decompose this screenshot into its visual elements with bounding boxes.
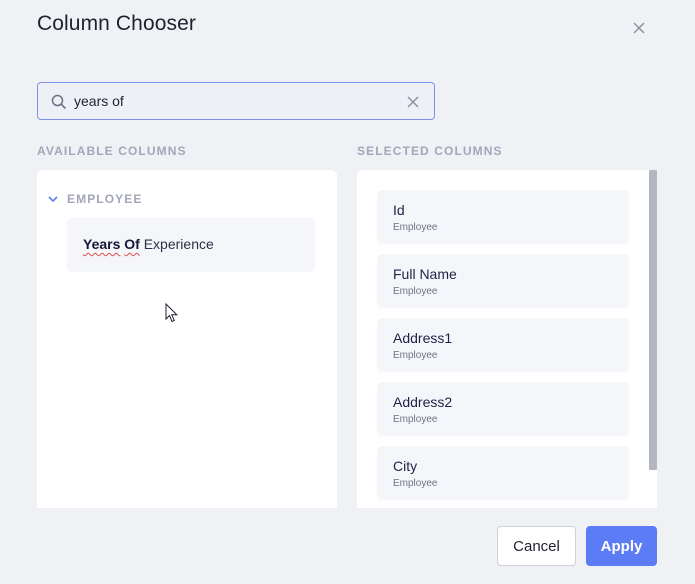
selected-column-name: City	[393, 458, 418, 474]
selected-column-item[interactable]: Full Name Employee	[377, 254, 629, 308]
selected-column-group: Employee	[393, 350, 438, 361]
selected-column-name: Id	[393, 202, 405, 218]
clear-icon[interactable]	[406, 95, 420, 109]
search-match-highlight: Years	[83, 236, 121, 252]
close-icon	[633, 22, 645, 34]
selected-column-group: Employee	[393, 222, 438, 233]
dialog-title: Column Chooser	[37, 12, 196, 35]
selected-columns-label: SELECTED COLUMNS	[357, 144, 503, 158]
available-column-label-rest: Experience	[143, 236, 214, 252]
selected-column-group: Employee	[393, 478, 438, 489]
group-label: EMPLOYEE	[67, 192, 143, 206]
chevron-down-icon[interactable]	[47, 193, 59, 205]
available-column-years-of-experience[interactable]: Years Of Experience	[67, 218, 315, 272]
selected-column-item[interactable]: City Employee	[377, 446, 629, 500]
selected-column-item[interactable]: Id Employee	[377, 190, 629, 244]
available-columns-label: AVAILABLE COLUMNS	[37, 144, 187, 158]
selected-columns-scrollbar[interactable]	[649, 170, 657, 470]
search-icon	[51, 94, 67, 110]
selected-column-group: Employee	[393, 286, 438, 297]
selected-column-name: Address2	[393, 394, 453, 410]
selected-column-name: Address1	[393, 330, 453, 346]
selected-column-group: Employee	[393, 414, 438, 425]
apply-button[interactable]: Apply	[586, 526, 657, 566]
search-match-highlight: Of	[124, 236, 140, 252]
search-input[interactable]	[74, 89, 394, 113]
selected-columns-panel: Id Employee Full Name Employee Address1 …	[357, 170, 657, 508]
selected-column-name: Full Name	[393, 266, 457, 282]
available-columns-panel: EMPLOYEE Years Of Experience	[37, 170, 337, 508]
group-header-employee[interactable]: EMPLOYEE	[47, 192, 142, 206]
available-column-label: Years Of Experience	[83, 236, 214, 252]
selected-column-item[interactable]: Address2 Employee	[377, 382, 629, 436]
close-button[interactable]	[630, 19, 648, 37]
search-box	[37, 82, 435, 120]
selected-column-item[interactable]: Address1 Employee	[377, 318, 629, 372]
cancel-button[interactable]: Cancel	[497, 526, 576, 566]
